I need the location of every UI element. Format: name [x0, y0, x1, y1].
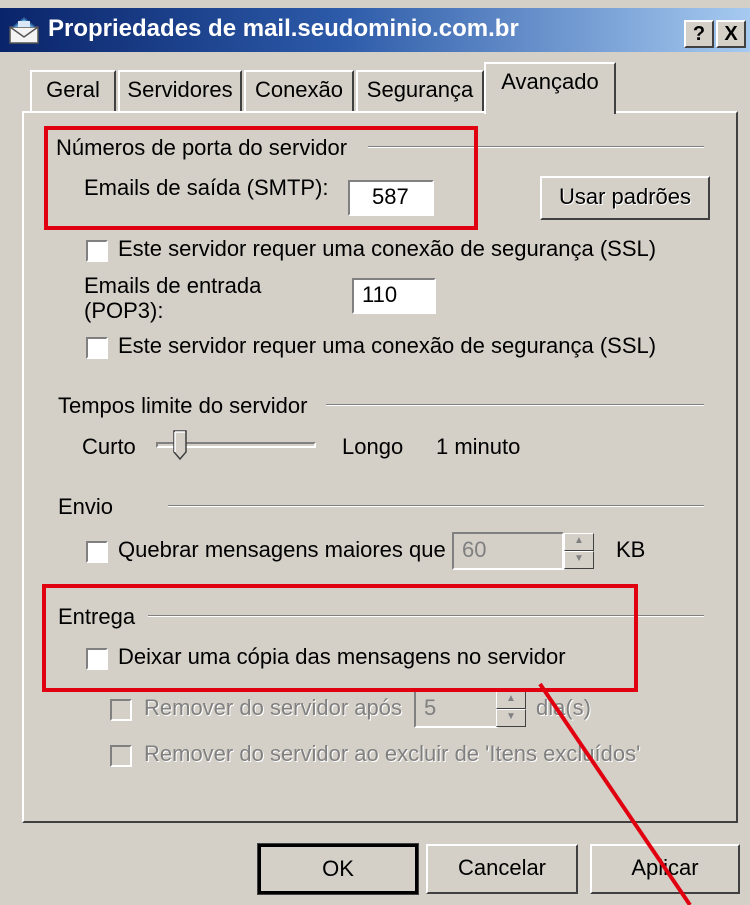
properties-dialog: Propriedades de mail.seudominio.com.br ?… [0, 0, 750, 905]
annotation-arrow-line [538, 682, 692, 905]
tab-label: Avançado [501, 69, 599, 94]
tab-avancado[interactable]: Avançado [484, 62, 616, 114]
